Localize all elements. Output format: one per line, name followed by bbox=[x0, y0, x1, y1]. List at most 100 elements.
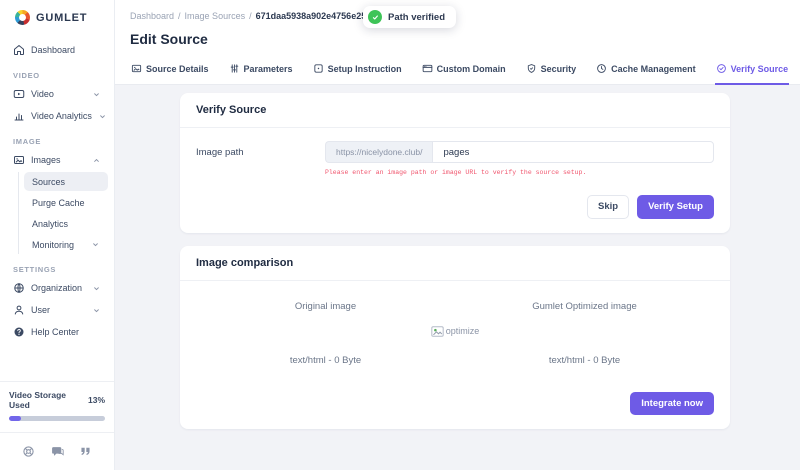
help-icon bbox=[13, 326, 25, 338]
page-title: Edit Source bbox=[130, 31, 800, 47]
tab-label: Cache Management bbox=[611, 64, 696, 74]
check-circle-icon bbox=[716, 63, 727, 74]
image-path-error: Please enter an image path or image URL … bbox=[325, 169, 714, 177]
image-comparison-card-title: Image comparison bbox=[180, 246, 730, 281]
tab-label: Verify Source bbox=[731, 64, 789, 74]
sidebar-item-label: Video Analytics bbox=[31, 111, 92, 121]
app-window: GUMLET Dashboard VIDEO Video bbox=[0, 0, 800, 470]
tab-cache-management[interactable]: Cache Management bbox=[595, 61, 697, 85]
main-panel: Path verified Dashboard / Image Sources … bbox=[115, 0, 800, 470]
image-path-label: Image path bbox=[196, 147, 325, 158]
sidebar-section-image: IMAGE bbox=[6, 128, 108, 150]
path-verified-toast: Path verified bbox=[363, 6, 456, 28]
chevron-down-icon bbox=[92, 90, 101, 99]
image-path-input[interactable] bbox=[432, 141, 714, 163]
sidebar-item-purge-cache[interactable]: Purge Cache bbox=[24, 193, 108, 212]
chart-icon bbox=[13, 110, 25, 122]
sidebar-item-label: Sources bbox=[32, 177, 65, 187]
chevron-down-icon bbox=[92, 284, 101, 293]
sidebar-item-dashboard[interactable]: Dashboard bbox=[6, 40, 108, 60]
chat-icon[interactable] bbox=[51, 445, 64, 458]
chevron-up-icon bbox=[92, 156, 101, 165]
check-circle-green-icon bbox=[368, 10, 382, 24]
globe-icon bbox=[13, 282, 25, 294]
tab-label: Source Details bbox=[146, 64, 209, 74]
sidebar: GUMLET Dashboard VIDEO Video bbox=[0, 0, 115, 470]
tab-label: Security bbox=[541, 64, 577, 74]
original-image-meta: text/html - 0 Byte bbox=[196, 355, 455, 366]
storage-label: Video Storage Used bbox=[9, 390, 88, 410]
sidebar-section-settings: SETTINGS bbox=[6, 256, 108, 278]
tab-verify-source[interactable]: Verify Source bbox=[715, 61, 790, 85]
sidebar-item-help-center[interactable]: Help Center bbox=[6, 322, 108, 342]
verify-source-card-title: Verify Source bbox=[180, 93, 730, 128]
content-area: Verify Source Image path https://nicelyd… bbox=[115, 85, 800, 470]
breadcrumb-separator: / bbox=[249, 11, 252, 21]
sidebar-item-label: Analytics bbox=[32, 219, 68, 229]
integrate-now-button[interactable]: Integrate now bbox=[630, 392, 714, 416]
home-icon bbox=[13, 44, 25, 56]
original-image-label: Original image bbox=[196, 301, 455, 312]
sidebar-footer-icons bbox=[0, 432, 114, 470]
quote-icon[interactable] bbox=[79, 445, 92, 458]
sidebar-item-monitoring[interactable]: Monitoring bbox=[24, 235, 108, 254]
storage-percent: 13% bbox=[88, 395, 105, 405]
sidebar-item-video-analytics[interactable]: Video Analytics bbox=[6, 106, 108, 126]
image-path-row: Image path https://nicelydone.club/ bbox=[180, 128, 730, 163]
sidebar-section-video: VIDEO bbox=[6, 62, 108, 84]
toast-label: Path verified bbox=[388, 12, 445, 23]
optimized-image-meta: text/html - 0 Byte bbox=[455, 355, 714, 366]
clock-icon bbox=[596, 63, 607, 74]
storage-progress-track bbox=[9, 416, 105, 421]
image-comparison-body: Original image Gumlet Optimized image op… bbox=[180, 281, 730, 430]
sidebar-item-organization[interactable]: Organization bbox=[6, 278, 108, 298]
breadcrumb-image-sources[interactable]: Image Sources bbox=[185, 11, 246, 21]
tab-label: Custom Domain bbox=[437, 64, 506, 74]
sidebar-item-sources[interactable]: Sources bbox=[24, 172, 108, 191]
sidebar-item-label: Video bbox=[31, 89, 54, 99]
lifebuoy-icon[interactable] bbox=[22, 445, 35, 458]
sidebar-item-label: Purge Cache bbox=[32, 198, 85, 208]
box-icon bbox=[313, 63, 324, 74]
browser-icon bbox=[422, 63, 433, 74]
sidebar-item-label: Monitoring bbox=[32, 240, 74, 250]
tab-custom-domain[interactable]: Custom Domain bbox=[421, 61, 507, 85]
images-submenu: Sources Purge Cache Analytics Monitoring bbox=[18, 172, 108, 254]
optimized-image-label: Gumlet Optimized image bbox=[455, 301, 714, 312]
image-comparison-card: Image comparison Original image Gumlet O… bbox=[180, 246, 730, 430]
brand-name: GUMLET bbox=[36, 12, 87, 24]
image-path-input-group: https://nicelydone.club/ bbox=[325, 141, 714, 163]
verify-setup-button[interactable]: Verify Setup bbox=[637, 195, 714, 219]
breadcrumb: Dashboard / Image Sources / 671daa5938a9… bbox=[130, 11, 800, 21]
user-icon bbox=[13, 304, 25, 316]
storage-widget: Video Storage Used 13% bbox=[0, 381, 114, 432]
sidebar-item-video[interactable]: Video bbox=[6, 84, 108, 104]
brand-logo: GUMLET bbox=[0, 0, 114, 25]
tab-source-details[interactable]: Source Details bbox=[130, 61, 210, 85]
sidebar-nav: Dashboard VIDEO Video Video Analytics bbox=[0, 25, 114, 344]
skip-button[interactable]: Skip bbox=[587, 195, 629, 219]
sidebar-item-user[interactable]: User bbox=[6, 300, 108, 320]
sidebar-bottom: Video Storage Used 13% bbox=[0, 381, 114, 470]
sidebar-item-label: Dashboard bbox=[31, 45, 75, 55]
shield-icon bbox=[526, 63, 537, 74]
chevron-down-icon bbox=[98, 112, 107, 121]
tab-bar: Source Details Parameters Setup Instruct… bbox=[115, 61, 800, 85]
verify-source-card: Verify Source Image path https://nicelyd… bbox=[180, 93, 730, 233]
sliders-icon bbox=[229, 63, 240, 74]
sidebar-item-analytics[interactable]: Analytics bbox=[24, 214, 108, 233]
tab-security[interactable]: Security bbox=[525, 61, 578, 85]
broken-image-icon bbox=[431, 326, 444, 337]
tab-label: Parameters bbox=[244, 64, 293, 74]
breadcrumb-dashboard[interactable]: Dashboard bbox=[130, 11, 174, 21]
image-icon bbox=[131, 63, 142, 74]
sidebar-item-label: Organization bbox=[31, 283, 82, 293]
sidebar-item-label: Help Center bbox=[31, 327, 79, 337]
page-header: Dashboard / Image Sources / 671daa5938a9… bbox=[115, 0, 800, 85]
storage-progress-fill bbox=[9, 416, 21, 421]
tab-parameters[interactable]: Parameters bbox=[228, 61, 294, 85]
tab-setup-instruction[interactable]: Setup Instruction bbox=[312, 61, 403, 85]
chevron-down-icon bbox=[91, 240, 100, 249]
sidebar-item-label: Images bbox=[31, 155, 61, 165]
sidebar-item-images[interactable]: Images bbox=[6, 150, 108, 170]
